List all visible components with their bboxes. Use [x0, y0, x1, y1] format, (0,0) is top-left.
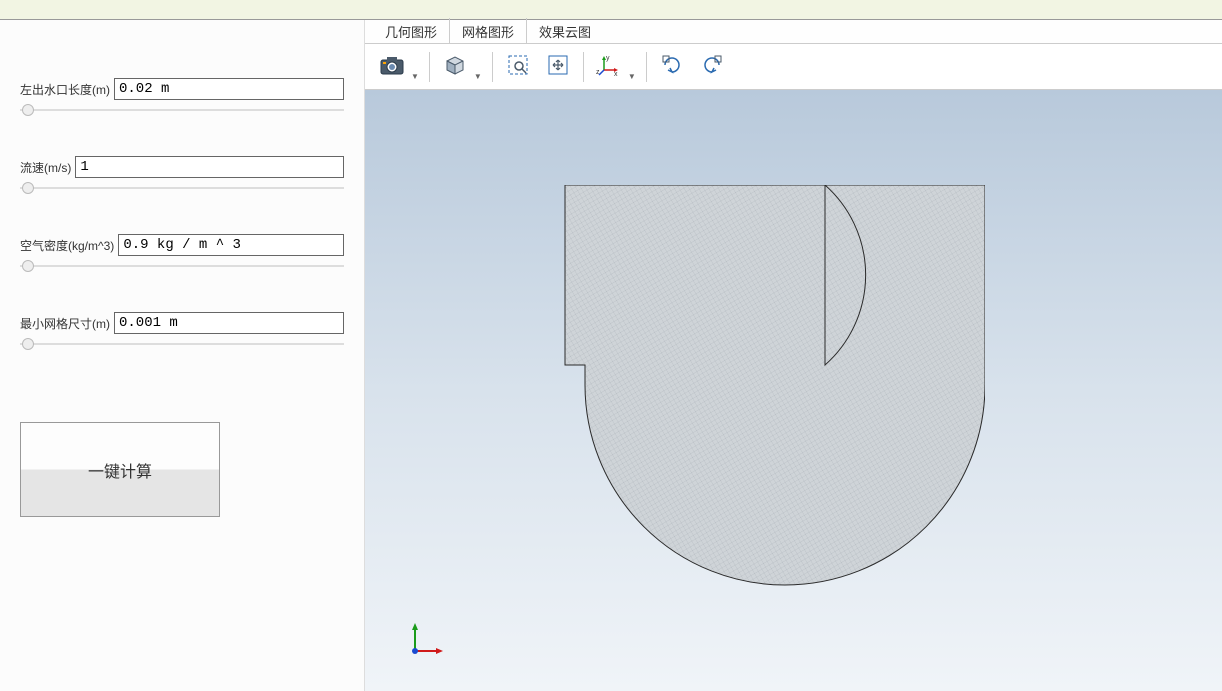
param-min-mesh: 最小网格尺寸(m) [20, 312, 344, 352]
title-bar [0, 0, 1222, 20]
param-air-density: 空气密度(kg/m^3) [20, 234, 344, 274]
svg-text:y: y [606, 55, 610, 62]
svg-text:z: z [596, 69, 600, 76]
zoom-region-icon [506, 53, 530, 80]
calculate-button[interactable]: 一键计算 [20, 422, 220, 517]
camera-icon [379, 54, 405, 79]
velocity-input[interactable] [75, 156, 344, 178]
tab-mesh[interactable]: 网格图形 [450, 18, 527, 45]
mesh-geometry [545, 185, 985, 605]
tab-bar: 几何图形 网格图形 效果云图 [365, 20, 1222, 44]
rotate-cw-button[interactable] [653, 49, 691, 85]
tab-results[interactable]: 效果云图 [527, 18, 603, 45]
separator [583, 52, 584, 82]
corner-axes-triad [405, 621, 445, 661]
rotate-ccw-button[interactable] [693, 49, 731, 85]
rotate-ccw-icon [700, 53, 724, 80]
air-density-input[interactable] [118, 234, 344, 256]
content-area: 几何图形 网格图形 效果云图 ▼ [365, 20, 1222, 691]
axes-triad-button[interactable]: y x z [590, 49, 628, 85]
param-label: 流速(m/s) [20, 159, 71, 176]
chevron-down-icon[interactable]: ▼ [628, 72, 636, 85]
min-mesh-slider[interactable] [20, 336, 344, 352]
main-layout: 左出水口长度(m) 流速(m/s) 空气密度(kg/m^3) [0, 20, 1222, 691]
pan-button[interactable] [539, 49, 577, 85]
param-label: 最小网格尺寸(m) [20, 315, 110, 332]
view-cube-button[interactable] [436, 49, 474, 85]
screenshot-button[interactable] [373, 49, 411, 85]
chevron-down-icon[interactable]: ▼ [411, 72, 419, 85]
velocity-slider[interactable] [20, 180, 344, 196]
sidebar: 左出水口长度(m) 流速(m/s) 空气密度(kg/m^3) [0, 20, 365, 691]
outlet-length-input[interactable] [114, 78, 344, 100]
svg-text:x: x [614, 71, 618, 78]
air-density-slider[interactable] [20, 258, 344, 274]
min-mesh-input[interactable] [114, 312, 344, 334]
param-velocity: 流速(m/s) [20, 156, 344, 196]
pan-icon [546, 53, 570, 80]
viewport-canvas[interactable] [365, 90, 1222, 691]
separator [646, 52, 647, 82]
axes-triad-icon: y x z [596, 52, 622, 81]
param-outlet-length: 左出水口长度(m) [20, 78, 344, 118]
param-label: 空气密度(kg/m^3) [20, 237, 114, 254]
zoom-region-button[interactable] [499, 49, 537, 85]
tab-geometry[interactable]: 几何图形 [373, 18, 450, 45]
view-cube-icon [443, 53, 467, 80]
separator [429, 52, 430, 82]
viewport-toolbar: ▼ ▼ [365, 44, 1222, 90]
chevron-down-icon[interactable]: ▼ [474, 72, 482, 85]
rotate-cw-icon [660, 53, 684, 80]
param-label: 左出水口长度(m) [20, 81, 110, 98]
outlet-length-slider[interactable] [20, 102, 344, 118]
separator [492, 52, 493, 82]
